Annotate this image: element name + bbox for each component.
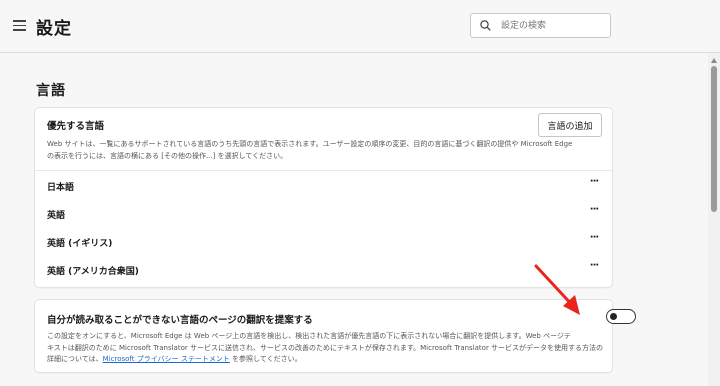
language-label: 英語 (イギリス) xyxy=(47,239,113,249)
description-text: を参照してください。 xyxy=(229,355,302,363)
search-input[interactable] xyxy=(501,18,606,34)
search-box[interactable] xyxy=(470,13,611,38)
language-row-english-uk: 英語 (イギリス) ··· xyxy=(35,228,612,256)
more-actions-button[interactable]: ··· xyxy=(585,203,603,221)
scroll-up-arrow-icon[interactable] xyxy=(711,58,717,63)
menu-icon[interactable] xyxy=(13,20,26,31)
translate-offer-description: この設定をオンにすると、Microsoft Edge は Web ページ上の言語… xyxy=(47,331,605,366)
toggle-knob xyxy=(610,312,617,320)
description-line: この設定をオンにすると、Microsoft Edge は Web ページ上の言語… xyxy=(47,332,571,340)
page-title: 設定 xyxy=(36,19,72,39)
header-bar: 設定 xyxy=(0,0,720,53)
search-icon xyxy=(480,20,491,31)
description-line: キストは翻訳のために Microsoft Translator サービスに送信さ… xyxy=(47,343,604,352)
privacy-statement-link[interactable]: Microsoft プライバシー ステートメント xyxy=(103,355,230,363)
section-title: 言語 xyxy=(36,83,66,99)
description-text: 詳細については、 xyxy=(47,355,103,363)
annotation-arrow-icon xyxy=(534,264,580,315)
language-label: 日本語 xyxy=(47,183,75,193)
translate-offer-card: 自分が読み取ることができない言語のページの翻訳を提案する この設定をオンにすると… xyxy=(35,300,636,372)
description-line: Web サイトは、一覧にあるサポートされている言語のうち先頭の言語で表示されます… xyxy=(47,140,573,148)
translate-offer-toggle[interactable] xyxy=(606,309,636,324)
language-row-english-us: 英語 (アメリカ合衆国) ··· xyxy=(35,256,612,284)
language-row-english: 英語 ··· xyxy=(35,200,612,228)
description-line: 詳細については、Microsoft プライバシー ステートメント を参照してくだ… xyxy=(47,354,605,366)
language-label: 英語 (アメリカ合衆国) xyxy=(47,267,139,277)
more-actions-button[interactable]: ··· xyxy=(585,231,603,249)
scrollbar-thumb[interactable] xyxy=(711,66,717,212)
language-row-japanese: 日本語 ··· xyxy=(35,172,612,200)
preferred-languages-description: Web サイトは、一覧にあるサポートされている言語のうち先頭の言語で表示されます… xyxy=(47,138,603,162)
description-line: の表示を行うには、言語の横にある [その他の操作...] を選択してください。 xyxy=(47,152,288,160)
more-actions-button[interactable]: ··· xyxy=(585,175,603,193)
language-label: 英語 xyxy=(47,211,66,221)
divider xyxy=(35,170,612,171)
preferred-languages-heading: 優先する言語 xyxy=(47,121,105,132)
preferred-languages-card: 優先する言語 言語の追加 Web サイトは、一覧にあるサポートされている言語のう… xyxy=(35,108,612,287)
translate-offer-heading: 自分が読み取ることができない言語のページの翻訳を提案する xyxy=(47,315,313,326)
add-language-button[interactable]: 言語の追加 xyxy=(538,113,602,137)
